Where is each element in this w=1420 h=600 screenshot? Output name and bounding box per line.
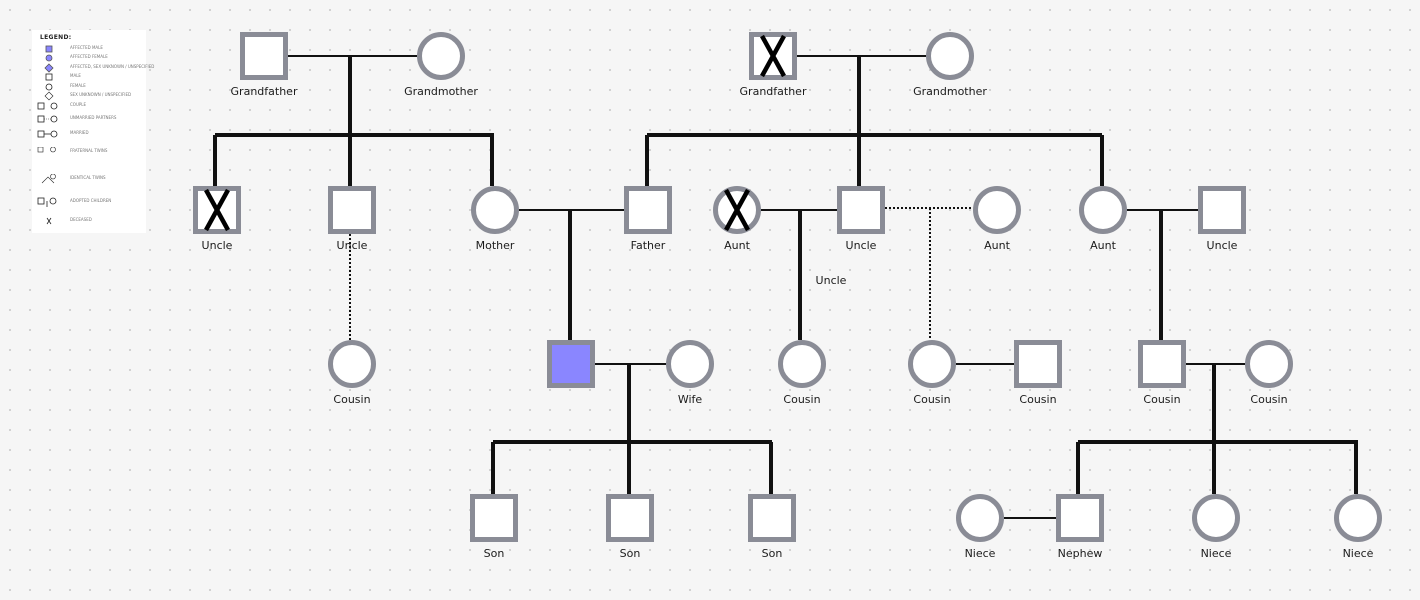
person-label: Cousin [1143,393,1180,406]
genogram-canvas: Grandfather Grandmother Grandfather Grandmo… [193,32,1382,561]
person-label: Aunt [984,239,1010,252]
male-square-icon [624,186,672,234]
male-square-icon [1138,340,1186,388]
female-circle-icon [1245,340,1293,388]
person-label: Uncle [202,239,233,252]
person-label: Uncle [1207,239,1238,252]
person-uncle1[interactable]: Uncle [193,186,241,253]
person-niece1[interactable]: Niece [956,494,1004,561]
person-cousin3[interactable]: Cousin [908,340,956,407]
person-cousin5[interactable]: Cousin [1138,340,1186,407]
person-label: Niece [1343,547,1374,560]
person-label: Cousin [1250,393,1287,406]
male-square-icon [837,186,885,234]
female-circle-icon [666,340,714,388]
person-label: Nephew [1058,547,1103,560]
person-gf2[interactable]: Grandfather [740,32,807,99]
person-gm2[interactable]: Grandmother [913,32,987,99]
male-square-icon [547,340,595,388]
person-label: Grandfather [231,85,298,98]
male-square-icon [1014,340,1062,388]
female-circle-icon [471,186,519,234]
person-label: Son [620,547,641,560]
person-uncle4[interactable]: Uncle [1198,186,1246,253]
female-circle-icon [973,186,1021,234]
person-proband[interactable] [547,340,595,388]
person-label: Niece [1201,547,1232,560]
female-circle-icon [1079,186,1127,234]
female-circle-icon [417,32,465,80]
person-label: Uncle [337,239,368,252]
person-gm1[interactable]: Grandmother [404,32,478,99]
female-circle-icon [956,494,1004,542]
person-son1[interactable]: Son [470,494,518,561]
person-son3[interactable]: Son [748,494,796,561]
person-cousin6[interactable]: Cousin [1245,340,1293,407]
female-circle-icon [908,340,956,388]
floating-label: Uncle [816,274,847,287]
person-cousin4[interactable]: Cousin [1014,340,1062,407]
person-label: Son [762,547,783,560]
annotations: Uncle [816,274,847,287]
person-uncle3[interactable]: Uncle [837,186,885,253]
person-father[interactable]: Father [624,186,672,253]
person-label: Cousin [783,393,820,406]
male-square-icon [606,494,654,542]
person-son2[interactable]: Son [606,494,654,561]
relationship-lines [213,55,1358,519]
person-cousin1[interactable]: Cousin [328,340,376,407]
male-square-icon [328,186,376,234]
person-label: Mother [476,239,515,252]
female-circle-icon [1192,494,1240,542]
person-label: Grandmother [404,85,478,98]
person-aunt1[interactable]: Aunt [713,186,761,253]
people-nodes: Grandfather Grandmother Grandfather Grandmo… [193,32,1382,561]
person-label: Cousin [333,393,370,406]
person-label: Son [484,547,505,560]
person-wife[interactable]: Wife [666,340,714,407]
male-square-icon [1198,186,1246,234]
person-aunt3[interactable]: Aunt [1079,186,1127,253]
person-mother[interactable]: Mother [471,186,519,253]
person-label: Cousin [913,393,950,406]
person-label: Cousin [1019,393,1056,406]
male-square-icon [240,32,288,80]
female-circle-icon [1334,494,1382,542]
male-square-icon [1056,494,1104,542]
person-uncle2[interactable]: Uncle [328,186,376,253]
person-label: Grandmother [913,85,987,98]
person-niece2[interactable]: Niece [1192,494,1240,561]
person-label: Aunt [724,239,750,252]
female-circle-icon [778,340,826,388]
person-gf1[interactable]: Grandfather [231,32,298,99]
person-cousin2[interactable]: Cousin [778,340,826,407]
female-circle-icon [328,340,376,388]
person-nephew[interactable]: Nephew [1056,494,1104,561]
person-label: Wife [678,393,703,406]
person-aunt2[interactable]: Aunt [973,186,1021,253]
male-square-icon [470,494,518,542]
person-label: Aunt [1090,239,1116,252]
person-niece3[interactable]: Niece [1334,494,1382,561]
person-label: Grandfather [740,85,807,98]
person-label: Uncle [846,239,877,252]
person-label: Father [631,239,666,252]
person-label: Niece [965,547,996,560]
female-circle-icon [926,32,974,80]
male-square-icon [748,494,796,542]
